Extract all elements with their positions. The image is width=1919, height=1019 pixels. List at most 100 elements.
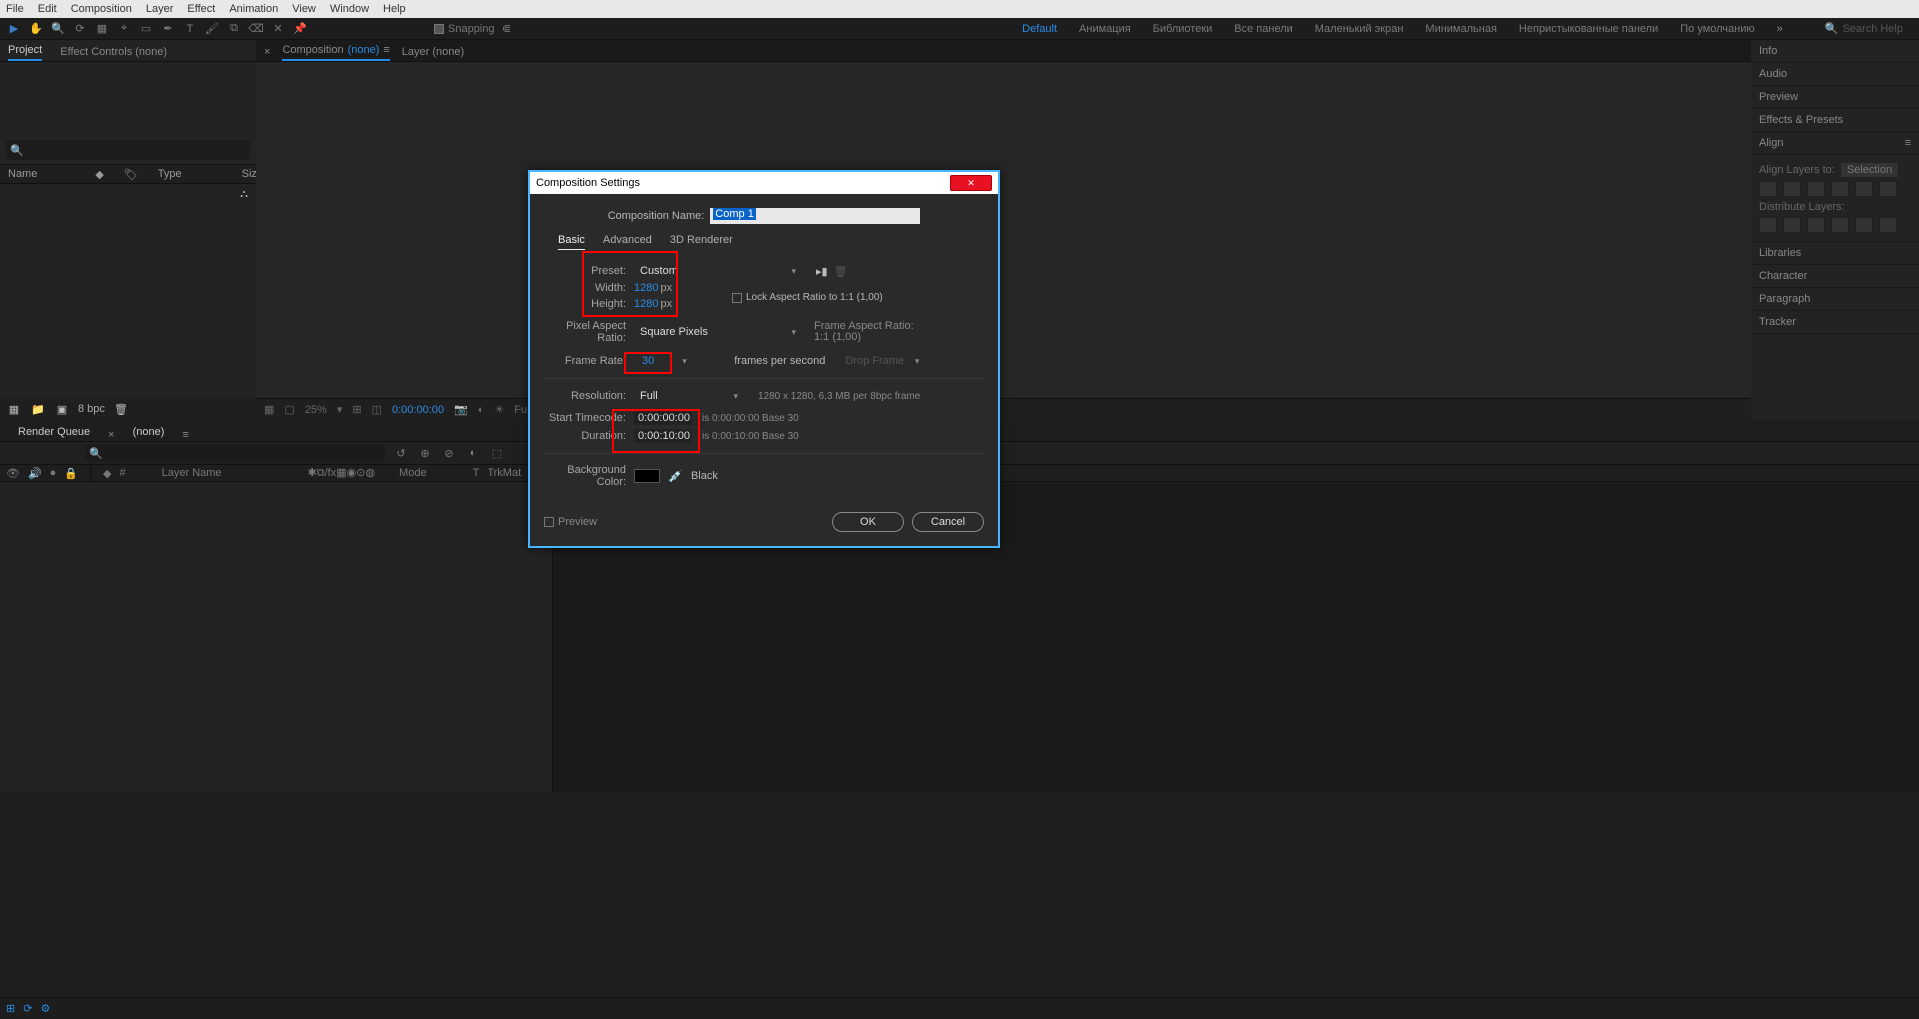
ok-button[interactable]: OK	[832, 512, 904, 532]
status-icon-3[interactable]: ⚙	[40, 1002, 50, 1015]
workspace-animation[interactable]: Анимация	[1079, 23, 1131, 35]
tab-layer[interactable]: Layer (none)	[402, 46, 464, 61]
roto-tool-icon[interactable]: ✕	[270, 21, 286, 37]
duration-input[interactable]: 0:00:10:00	[634, 429, 692, 443]
tab-composition-menu-icon[interactable]: ≡	[383, 44, 389, 56]
menu-view[interactable]: View	[292, 3, 316, 15]
panel-info[interactable]: Info	[1751, 40, 1919, 63]
tl-toolbar-icon-4[interactable]: ◐	[465, 445, 481, 461]
panel-tracker[interactable]: Tracker	[1751, 311, 1919, 334]
camera-tool-icon[interactable]: ▦	[94, 21, 110, 37]
resolution-dropdown[interactable]: Full▾	[634, 389, 744, 403]
rotate-tool-icon[interactable]: ⟳	[72, 21, 88, 37]
align-top-icon[interactable]	[1831, 181, 1849, 197]
dlg-tab-advanced[interactable]: Advanced	[603, 234, 652, 250]
flowchart-icon[interactable]: ⛬	[240, 188, 248, 201]
viewer-channel-icon[interactable]: ◐	[478, 404, 485, 416]
timeline-layer-area[interactable]	[0, 482, 553, 792]
composition-viewer[interactable]	[256, 62, 1751, 398]
viewer-mask-icon[interactable]: ▦	[264, 403, 274, 416]
menu-file[interactable]: File	[6, 3, 24, 15]
tl-toolbar-icon-5[interactable]: ⬚	[489, 445, 505, 461]
start-timecode-input[interactable]: 0:00:00:00	[634, 411, 692, 425]
width-input[interactable]: 1280	[634, 282, 658, 294]
status-icon-2[interactable]: ⟳	[23, 1002, 32, 1015]
menu-effect[interactable]: Effect	[187, 3, 215, 15]
pen-tool-icon[interactable]: ✒	[160, 21, 176, 37]
col-label-icon[interactable]: 🏷	[124, 168, 138, 181]
bpc-button[interactable]: 8 bpc	[78, 403, 105, 415]
height-input[interactable]: 1280	[634, 298, 658, 310]
tl-toolbar-icon-2[interactable]: ⊕	[417, 445, 433, 461]
panel-libraries[interactable]: Libraries	[1751, 242, 1919, 265]
par-dropdown[interactable]: Square Pixels▾	[634, 325, 802, 339]
dist-vcenter-icon[interactable]	[1783, 217, 1801, 233]
align-bottom-icon[interactable]	[1879, 181, 1897, 197]
dlg-tab-3drenderer[interactable]: 3D Renderer	[670, 234, 733, 250]
viewer-timecode[interactable]: 0:00:00:00	[392, 404, 444, 416]
clone-tool-icon[interactable]: ⧉	[226, 21, 242, 37]
menu-composition[interactable]: Composition	[71, 3, 132, 15]
snapping-checkbox[interactable]	[434, 24, 444, 34]
tl-toolbar-icon-3[interactable]: ⊘	[441, 445, 457, 461]
eyedropper-icon[interactable]: 💉	[668, 469, 683, 483]
dist-top-icon[interactable]	[1759, 217, 1777, 233]
dist-left-icon[interactable]	[1831, 217, 1849, 233]
dialog-close-button[interactable]: ✕	[950, 175, 992, 191]
lock-aspect-checkbox[interactable]	[732, 293, 742, 303]
viewer-res-icon[interactable]: ⊞	[352, 403, 361, 416]
preset-dropdown[interactable]: Custom▾	[634, 264, 802, 278]
viewer-toggle-icon[interactable]: ▢	[284, 403, 294, 416]
col-t[interactable]: T	[473, 467, 480, 479]
framerate-input[interactable]: 30	[634, 355, 662, 367]
col-trkmat[interactable]: TrkMat	[487, 467, 521, 479]
panel-align-menu-icon[interactable]: ≡	[1905, 137, 1911, 149]
tab-menu-icon[interactable]: ≡	[182, 429, 188, 441]
align-vcenter-icon[interactable]	[1855, 181, 1873, 197]
col-type[interactable]: Type	[158, 168, 182, 180]
workspace-libraries[interactable]: Библиотеки	[1153, 23, 1213, 35]
comp-name-input[interactable]: Comp 1	[710, 208, 920, 224]
col-lock-icon[interactable]: 🔒	[64, 467, 78, 480]
dialog-titlebar[interactable]: Composition Settings ✕	[530, 172, 998, 194]
trash-icon[interactable]: 🗑	[113, 401, 129, 417]
framerate-dropdown[interactable]: ▾	[676, 355, 726, 368]
tab-composition[interactable]: Composition (none) ≡	[282, 44, 389, 61]
preview-checkbox[interactable]	[544, 517, 554, 527]
workspace-default[interactable]: Default	[1022, 23, 1057, 35]
cancel-button[interactable]: Cancel	[912, 512, 984, 532]
snapping-magnet-icon[interactable]: ⋐	[499, 21, 515, 37]
panel-align[interactable]: Align ≡	[1751, 132, 1919, 155]
eraser-tool-icon[interactable]: ⌫	[248, 21, 264, 37]
pan-behind-tool-icon[interactable]: ⌖	[116, 21, 132, 37]
col-mode[interactable]: Mode	[399, 467, 427, 479]
puppet-tool-icon[interactable]: 📌	[292, 21, 308, 37]
status-icon-1[interactable]: ⊞	[6, 1002, 15, 1015]
dist-bottom-icon[interactable]	[1807, 217, 1825, 233]
panel-character[interactable]: Character	[1751, 265, 1919, 288]
panel-effects-presets[interactable]: Effects & Presets	[1751, 109, 1919, 132]
tab-project[interactable]: Project	[8, 44, 42, 61]
col-number[interactable]: #	[120, 467, 126, 479]
menu-window[interactable]: Window	[330, 3, 369, 15]
panel-paragraph[interactable]: Paragraph	[1751, 288, 1919, 311]
selection-tool-icon[interactable]: ▶	[6, 21, 22, 37]
project-search-input[interactable]: 🔍	[6, 140, 250, 160]
bgcolor-swatch[interactable]	[634, 469, 660, 483]
align-to-dropdown[interactable]: Selection	[1841, 163, 1898, 177]
menu-animation[interactable]: Animation	[229, 3, 278, 15]
tab-render-queue[interactable]: Render Queue	[18, 426, 90, 441]
menu-edit[interactable]: Edit	[38, 3, 57, 15]
panel-preview[interactable]: Preview	[1751, 86, 1919, 109]
align-left-icon[interactable]	[1759, 181, 1777, 197]
viewer-snapshot-icon[interactable]: 📷	[454, 403, 468, 416]
hand-tool-icon[interactable]: ✋	[28, 21, 44, 37]
col-layer-name[interactable]: Layer Name	[162, 467, 222, 479]
zoom-tool-icon[interactable]: 🔍	[50, 21, 66, 37]
col-eye-icon[interactable]: 👁	[6, 467, 20, 480]
dlg-tab-basic[interactable]: Basic	[558, 234, 585, 250]
menu-layer[interactable]: Layer	[146, 3, 174, 15]
preset-delete-icon[interactable]: 🗑	[834, 265, 848, 278]
dist-hcenter-icon[interactable]	[1855, 217, 1873, 233]
viewer-zoom[interactable]: 25%	[305, 404, 327, 416]
